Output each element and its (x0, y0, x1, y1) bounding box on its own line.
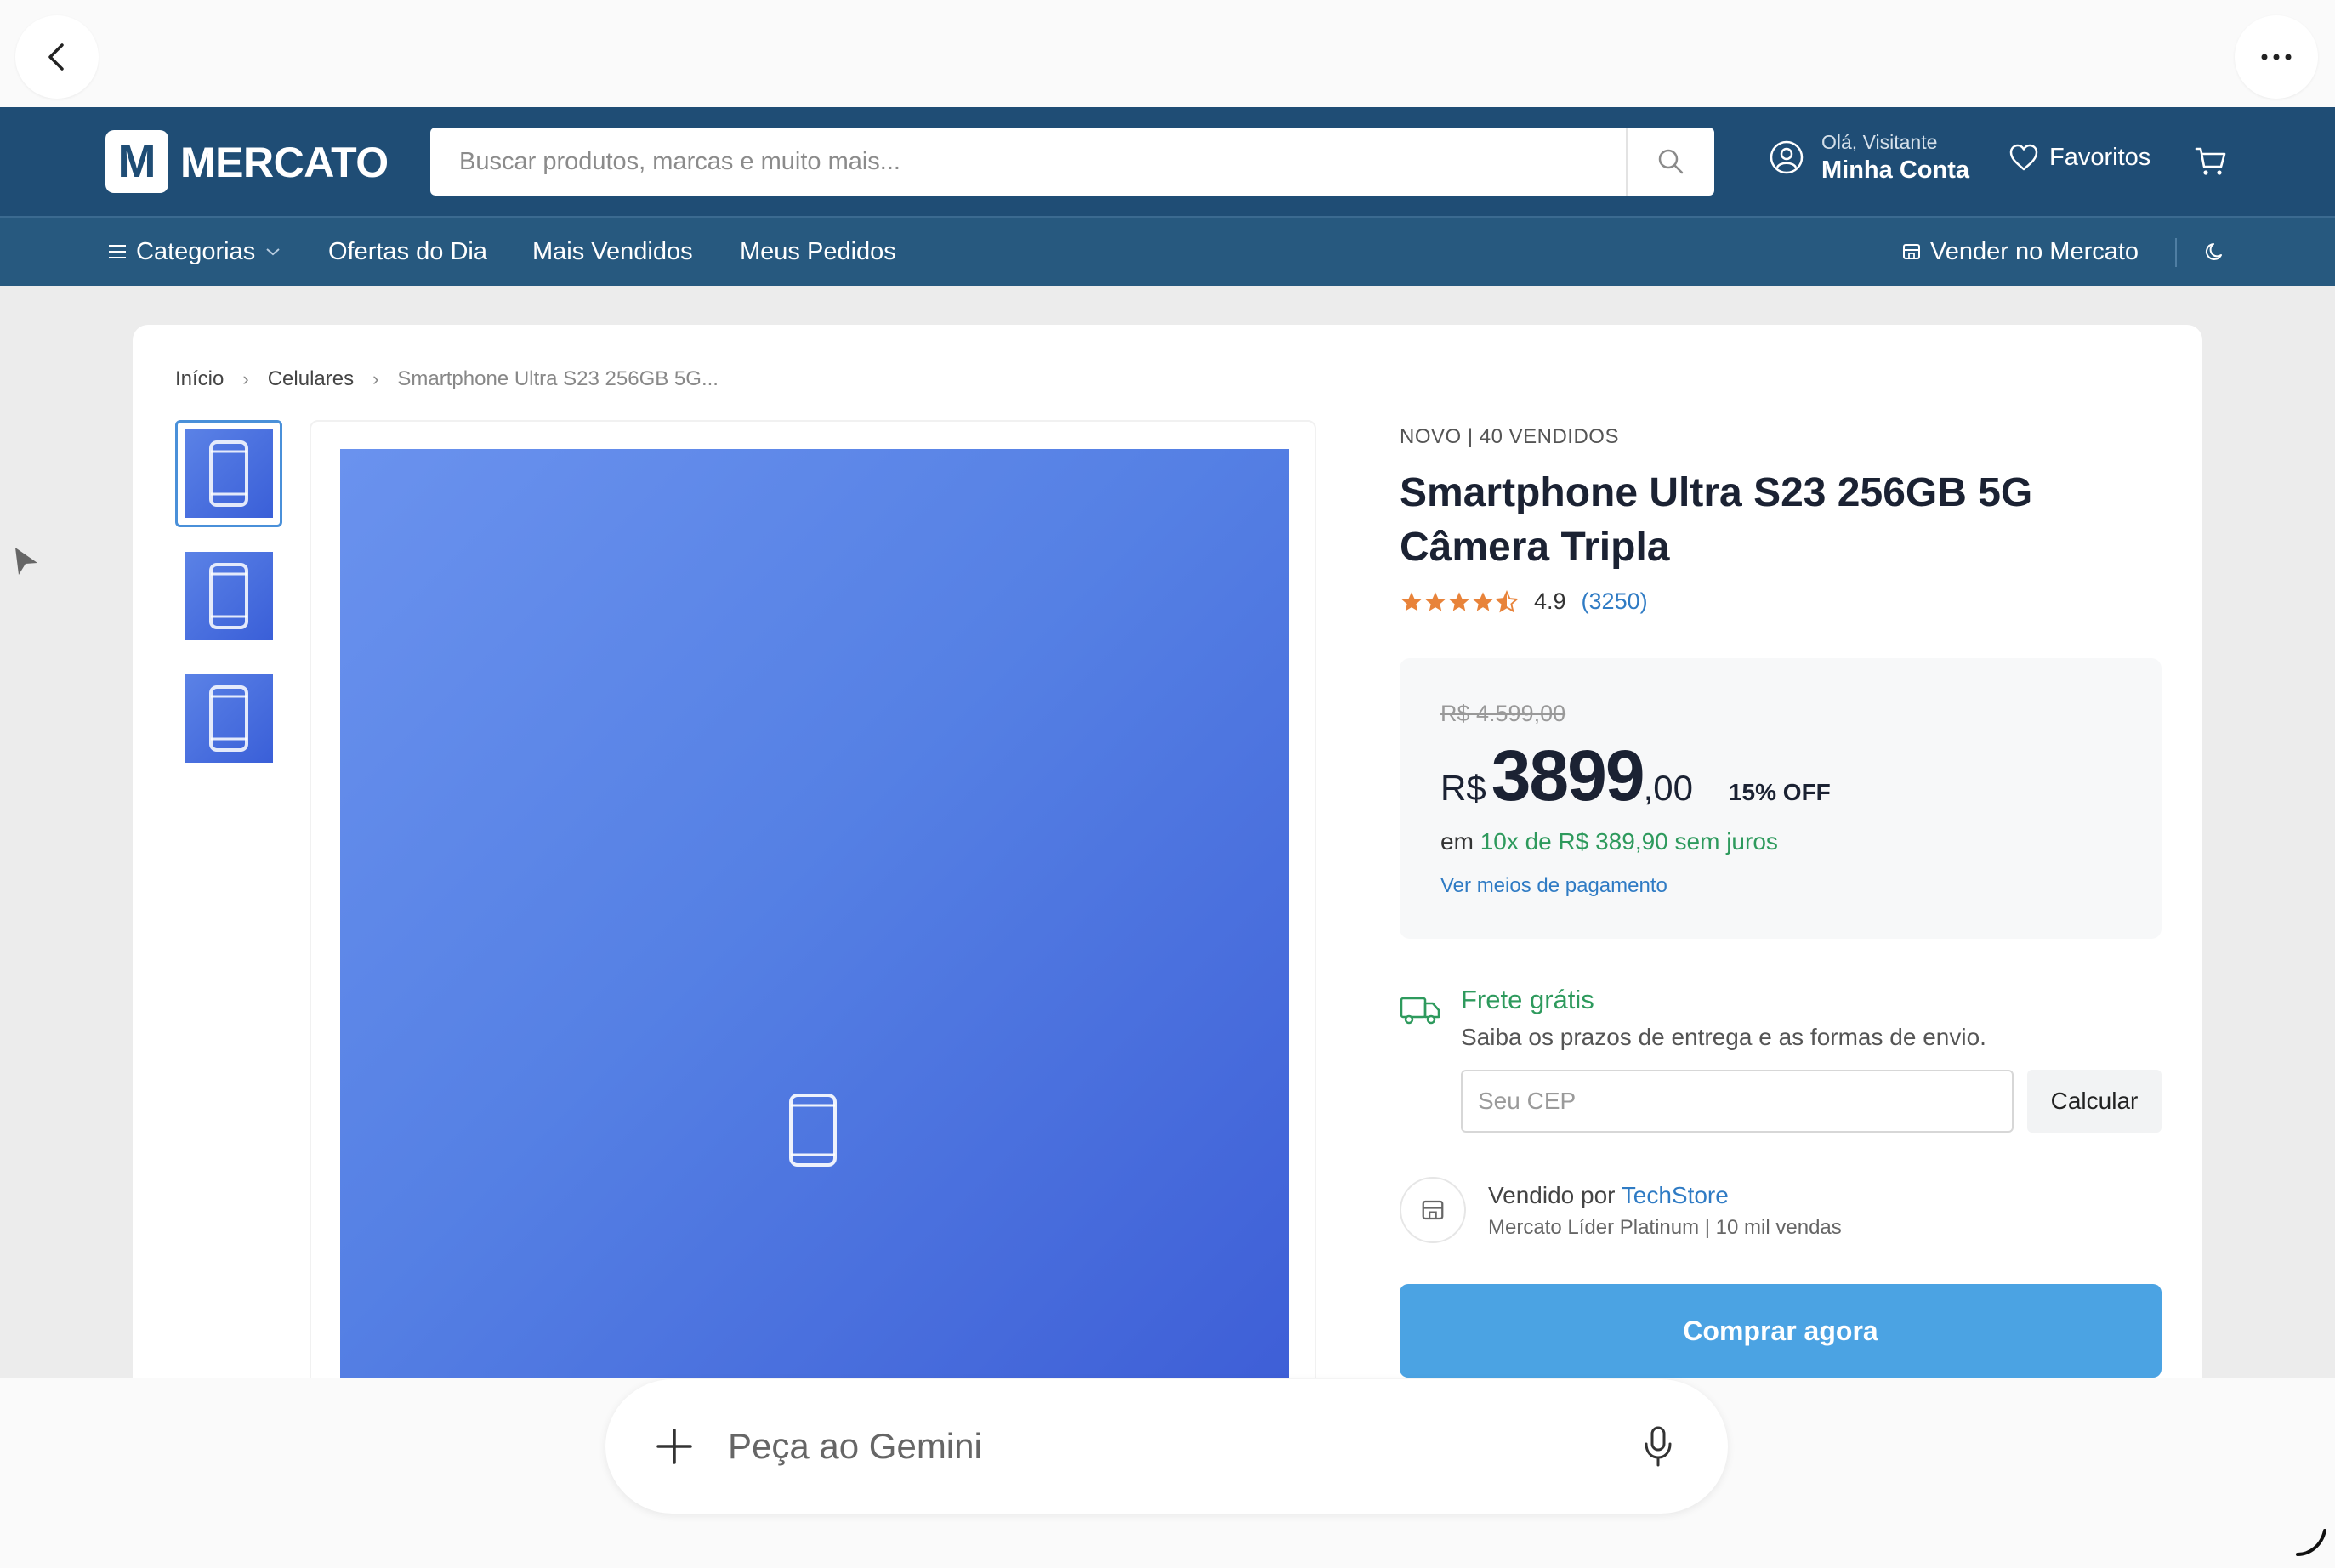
back-button[interactable] (15, 15, 99, 99)
smartphone-icon (209, 563, 248, 629)
buy-now-button[interactable]: Comprar agora (1400, 1284, 2162, 1378)
smartphone-icon (209, 440, 248, 507)
free-shipping-title: Frete grátis (1461, 985, 1594, 1014)
plus-icon[interactable] (651, 1423, 697, 1469)
favorites-label: Favoritos (2049, 143, 2151, 171)
search-bar (430, 128, 1714, 196)
chevron-left-icon (48, 43, 64, 71)
price-cents: ,00 (1643, 768, 1693, 808)
categories-label: Categorias (136, 238, 256, 265)
store-icon (1903, 244, 1920, 259)
category-nav: Categorias Ofertas do Dia Mais Vendidos … (0, 216, 2335, 286)
current-price: R$ 3899 ,00 15% OFF (1440, 735, 1831, 817)
product-condition: NOVO | 40 VENDIDOS (1400, 425, 1619, 448)
product-title: Smartphone Ultra S23 256GB 5G Câmera Tri… (1400, 470, 2033, 570)
seller-details: Mercato Líder Platinum | 10 mil vendas (1488, 1216, 1842, 1239)
seller-prefix: Vendido por (1488, 1182, 1616, 1208)
star-icon (1401, 591, 1422, 611)
product-rating: 4.9 (3250) (1400, 588, 2165, 615)
thumbnail-2[interactable] (175, 543, 282, 650)
smartphone-icon (209, 685, 248, 752)
star-icon (1473, 591, 1493, 611)
truck-icon (1400, 997, 1440, 1025)
installments-prefix: em (1440, 828, 1474, 855)
shopping-cart-icon (2195, 147, 2226, 175)
logo-mark[interactable]: M (105, 130, 168, 193)
breadcrumb-category[interactable]: Celulares (268, 367, 354, 391)
sell-link[interactable]: Vender no Mercato (1901, 218, 2139, 286)
product-gallery (310, 420, 1316, 1440)
seller-name-line: Vendido por TechStore (1488, 1182, 1729, 1209)
nav-best-sellers[interactable]: Mais Vendidos (532, 218, 693, 286)
gemini-prompt-bar[interactable]: Peça ao Gemini (605, 1379, 1728, 1514)
cursor-arrow-icon (15, 548, 37, 575)
chevron-right-icon: › (372, 368, 379, 389)
heart-icon (2009, 144, 2038, 171)
favorites-link[interactable]: Favoritos (2008, 143, 2150, 172)
product-info: NOVO | 40 VENDIDOS Smartphone Ultra S23 … (1400, 420, 2165, 615)
price-currency: R$ (1440, 768, 1486, 808)
star-icon (1449, 591, 1469, 611)
account-menu[interactable]: Olá, Visitante Minha Conta (1769, 129, 1969, 185)
calculate-button[interactable]: Calcular (2027, 1070, 2162, 1133)
thumbnail-1[interactable] (175, 420, 282, 527)
store-icon (1400, 1177, 1466, 1243)
star-half-icon (1495, 589, 1519, 612)
search-button[interactable] (1626, 128, 1714, 196)
microphone-icon[interactable] (1641, 1423, 1675, 1469)
nav-orders[interactable]: Meus Pedidos (740, 218, 896, 286)
star-icon (1425, 591, 1446, 611)
site-header: M MERCATO Olá, Visitante Minha Conta Fav… (0, 107, 2335, 216)
chevron-right-icon: › (242, 368, 249, 389)
price-box: R$ 4.599,00 R$ 3899 ,00 15% OFF em 10x d… (1400, 658, 2162, 939)
greeting-text: Olá, Visitante (1821, 131, 1938, 153)
user-circle-icon (1770, 140, 1804, 174)
seller-name-link[interactable]: TechStore (1622, 1182, 1729, 1208)
search-input[interactable] (430, 128, 1626, 196)
breadcrumb-home[interactable]: Início (175, 367, 224, 391)
dark-mode-toggle[interactable] (2204, 218, 2235, 286)
search-icon (1658, 149, 1684, 174)
sell-label: Vender no Mercato (1930, 238, 2139, 265)
product-main-image[interactable] (340, 449, 1289, 1435)
resize-handle-icon[interactable] (2294, 1525, 2328, 1559)
chevron-down-icon (266, 248, 280, 256)
cart-button[interactable] (2194, 145, 2228, 183)
nav-deals[interactable]: Ofertas do Dia (328, 218, 487, 286)
seller-info: Vendido por TechStore Mercato Líder Plat… (1400, 1175, 2165, 1243)
discount-badge: 15% OFF (1728, 779, 1831, 805)
review-count-link[interactable]: (3250) (1582, 588, 1648, 615)
browser-top-bar (0, 0, 2335, 107)
rating-score: 4.9 (1534, 588, 1566, 614)
old-price: R$ 4.599,00 (1440, 701, 1566, 726)
installments-text: em 10x de R$ 389,90 sem juros (1440, 828, 1778, 855)
star-rating (1400, 589, 1519, 614)
breadcrumb-current: Smartphone Ultra S23 256GB 5G... (397, 367, 719, 390)
thumbnail-3[interactable] (175, 665, 282, 772)
nav-divider (2175, 238, 2177, 267)
breadcrumb: Início › Celulares › Smartphone Ultra S2… (175, 367, 719, 391)
moon-icon (2205, 243, 2222, 260)
more-options-button[interactable] (2235, 15, 2318, 99)
account-label: Minha Conta (1821, 156, 1969, 184)
shipping-subtitle: Saiba os prazos de entrega e as formas d… (1461, 1024, 1986, 1050)
mouse-cursor (14, 546, 39, 581)
payment-methods-link[interactable]: Ver meios de pagamento (1440, 874, 1667, 898)
smartphone-icon (789, 1094, 837, 1167)
logo-text[interactable]: MERCATO (180, 133, 389, 192)
cep-input[interactable] (1461, 1070, 2014, 1133)
installments-value: 10x de R$ 389,90 sem juros (1480, 828, 1778, 855)
menu-icon (109, 245, 126, 258)
gemini-prompt-placeholder[interactable]: Peça ao Gemini (728, 1379, 982, 1514)
more-horizontal-icon (2261, 54, 2292, 60)
categories-menu[interactable]: Categorias (107, 218, 291, 286)
price-integer: 3899 (1491, 736, 1645, 815)
